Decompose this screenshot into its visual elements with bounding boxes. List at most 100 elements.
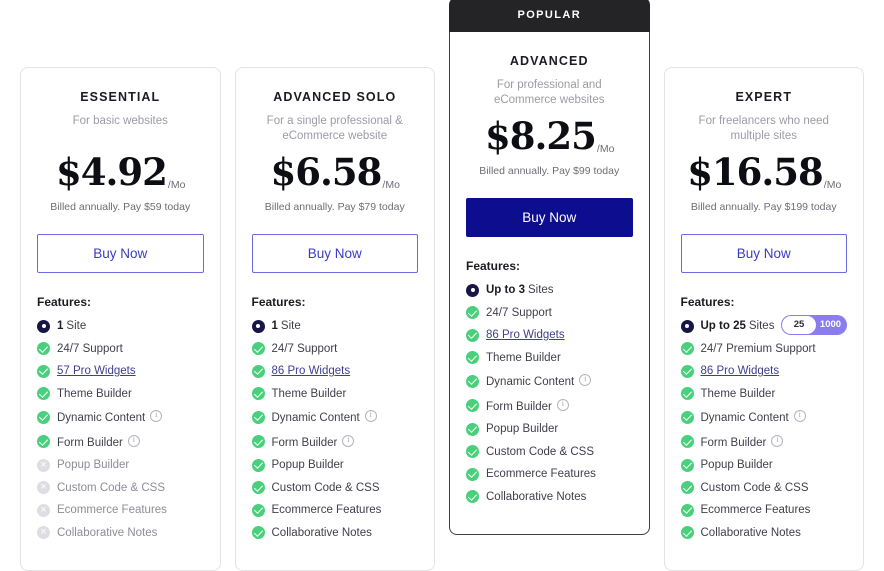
buy-now-button[interactable]: Buy Now (37, 234, 204, 273)
count-icon (37, 319, 50, 333)
feature-label: Custom Code & CSS (271, 481, 380, 494)
info-icon[interactable] (793, 410, 806, 422)
feature-label: Popup Builder (57, 459, 130, 471)
feature-item: Custom Code & CSS (466, 445, 633, 459)
check-icon (251, 526, 265, 539)
feature-text: Theme Builder (701, 387, 776, 401)
feature-label: Popup Builder (271, 459, 344, 471)
check-icon (680, 435, 694, 448)
feature-strong-value: Up to 25 (700, 320, 746, 332)
buy-now-button[interactable]: Buy Now (251, 234, 418, 273)
info-icon[interactable] (342, 434, 355, 447)
check-icon (466, 445, 479, 458)
feature-item: Popup Builder (466, 422, 633, 436)
feature-item: 86 Pro Widgets (251, 364, 419, 378)
features-heading: Features: (37, 295, 92, 309)
feature-text: 24/7 Support (272, 342, 338, 356)
feature-text: Custom Code & CSS (272, 481, 380, 495)
plan-name: ADVANCED (509, 54, 589, 68)
feature-item: 1 Site (37, 319, 204, 333)
feature-item: Form Builder (466, 398, 633, 414)
feature-label: Theme Builder (700, 387, 776, 400)
price-period: /Mo (596, 143, 615, 155)
plan-name: EXPERT (735, 90, 793, 104)
plan-description: For a single professional & eCommerce we… (266, 115, 403, 142)
features-heading: Features: (251, 295, 306, 309)
feature-label: Theme Builder (57, 387, 132, 400)
info-icon[interactable] (364, 410, 377, 422)
price-amount: $6.58 (270, 150, 383, 194)
feature-item: Form Builder (680, 434, 848, 450)
feature-label: Dynamic Content (486, 376, 575, 388)
feature-text: Dynamic Content (272, 409, 377, 425)
feature-text: Ecommerce Features (272, 503, 382, 517)
feature-text: Theme Builder (486, 351, 561, 365)
feature-link[interactable]: 57 Pro Widgets (57, 365, 136, 377)
billing-note: Billed annually. Pay $79 today (264, 201, 405, 213)
feature-item: Dynamic Content (37, 409, 204, 425)
feature-strong-value: 1 (271, 320, 278, 332)
info-icon[interactable] (579, 374, 592, 386)
feature-text: 86 Pro Widgets (272, 364, 351, 378)
feature-link[interactable]: 86 Pro Widgets (701, 365, 780, 377)
feature-item: Form Builder (37, 434, 204, 450)
count-icon (251, 319, 265, 333)
price-period: /Mo (823, 179, 842, 191)
feature-list: Up to 3 Sites 24/7 Support 86 Pro Widgets Th… (466, 283, 633, 504)
price-amount: $16.58 (687, 150, 824, 194)
feature-text: Collaborative Notes (57, 526, 157, 540)
check-icon (251, 481, 265, 494)
feature-label: Collaborative Notes (700, 526, 801, 539)
feature-link[interactable]: 86 Pro Widgets (272, 365, 351, 377)
info-icon[interactable] (150, 410, 163, 422)
check-icon (466, 490, 479, 503)
check-icon (466, 422, 479, 436)
check-icon (251, 410, 265, 424)
feature-text: Ecommerce Features (486, 467, 596, 481)
feature-item: Popup Builder (680, 458, 848, 472)
check-icon (466, 374, 479, 388)
feature-item: Dynamic Content (680, 409, 848, 425)
feature-item: 1 Site (251, 319, 419, 333)
feature-item: Custom Code & CSS (37, 481, 204, 495)
check-icon (466, 306, 479, 319)
feature-label: Form Builder (271, 436, 338, 449)
feature-item: Theme Builder (251, 387, 419, 401)
feature-link[interactable]: 86 Pro Widgets (486, 329, 565, 341)
feature-text: Form Builder (486, 398, 569, 414)
feature-text: Theme Builder (57, 387, 132, 401)
slider-thumb-value[interactable]: 25 (782, 316, 816, 334)
feature-text: Custom Code & CSS (701, 481, 809, 495)
info-icon[interactable] (771, 434, 784, 447)
plan-description: For basic websites (72, 115, 168, 127)
feature-text: Custom Code & CSS (57, 481, 165, 495)
billing-note: Billed annually. Pay $99 today (479, 165, 620, 177)
check-icon (37, 342, 50, 355)
feature-item: Ecommerce Features (466, 467, 633, 481)
feature-label: Form Builder (486, 400, 552, 413)
check-icon (680, 481, 694, 494)
feature-item: Form Builder (251, 434, 419, 450)
price-row: $8.25/Mo (466, 118, 633, 156)
site-count-slider[interactable]: 25 1000 (781, 315, 847, 335)
feature-text: Theme Builder (272, 387, 347, 401)
feature-item: Dynamic Content (251, 409, 419, 425)
check-icon (251, 387, 265, 400)
check-icon (37, 435, 50, 448)
feature-label: Ecommerce Features (271, 504, 382, 516)
feature-text: 1 Site (57, 319, 86, 333)
cross-icon (37, 458, 50, 472)
popular-badge: POPULAR (449, 0, 650, 32)
check-icon (680, 503, 694, 517)
info-icon[interactable] (127, 434, 140, 447)
features-heading: Features: (680, 295, 735, 309)
buy-now-button[interactable]: Buy Now (466, 198, 633, 237)
billing-note: Billed annually. Pay $199 today (690, 201, 837, 213)
feature-item: Ecommerce Features (680, 503, 848, 517)
feature-text: 24/7 Support (486, 306, 552, 320)
feature-label: Dynamic Content (700, 412, 789, 424)
feature-item: Theme Builder (680, 387, 848, 401)
buy-now-button[interactable]: Buy Now (680, 234, 847, 273)
info-icon[interactable] (556, 398, 569, 411)
pricing-card-essential: ESSENTIAL For basic websites $4.92/Mo Bille… (20, 67, 221, 571)
